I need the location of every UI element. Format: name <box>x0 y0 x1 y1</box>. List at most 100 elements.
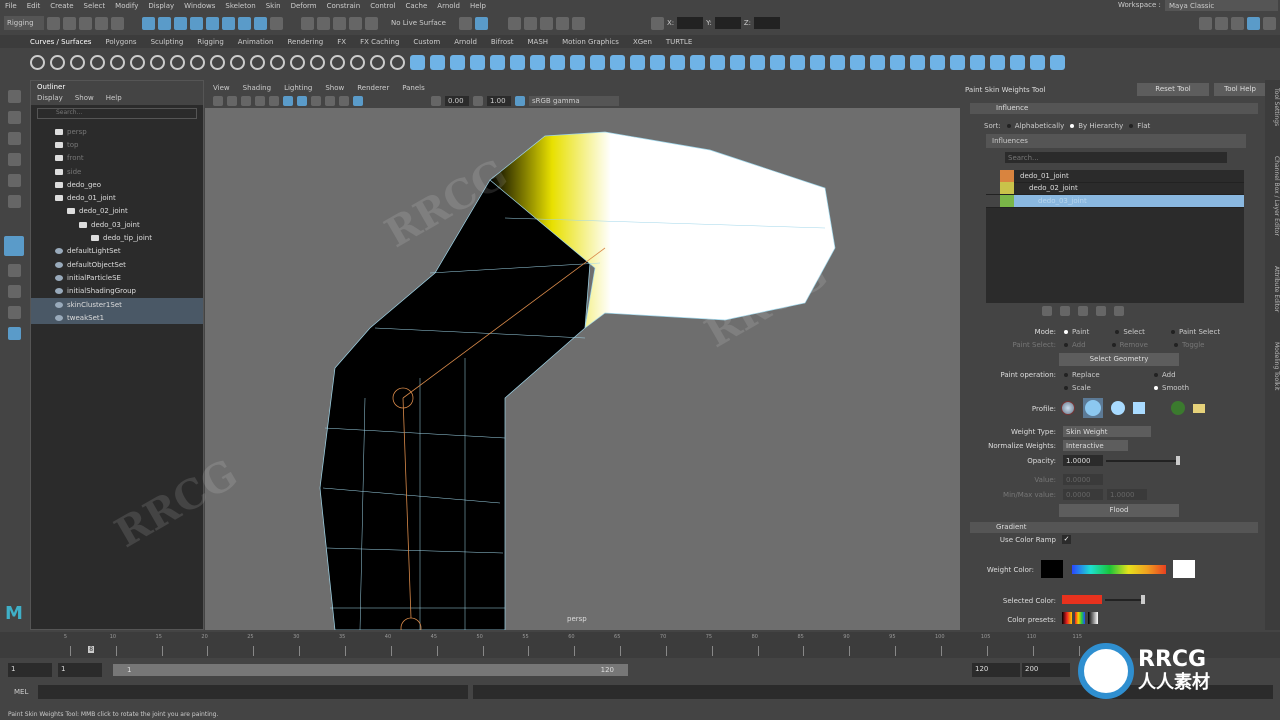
menu-windows[interactable]: Windows <box>184 2 215 10</box>
shelf-tab[interactable]: Sculpting <box>151 38 184 46</box>
mode-paint-select[interactable]: Paint Select <box>1170 328 1220 336</box>
tool-settings-icon[interactable] <box>1247 16 1260 30</box>
menu-skeleton[interactable]: Skeleton <box>225 2 255 10</box>
preset-rainbow-icon[interactable] <box>1075 612 1085 624</box>
redo-icon[interactable] <box>111 16 124 30</box>
grid-icon[interactable] <box>241 96 251 106</box>
influence-color-swatch[interactable] <box>1000 169 1014 182</box>
snap-plane-icon[interactable] <box>349 16 362 30</box>
render-frame-icon[interactable] <box>507 16 521 30</box>
outliner-item[interactable]: dedo_geo <box>31 178 203 191</box>
outliner-item[interactable]: skinCluster1Set <box>31 297 203 312</box>
influence-item[interactable]: dedo_03_joint <box>986 194 1244 208</box>
selected-color-slider[interactable] <box>1105 595 1145 604</box>
shelf-tab[interactable]: XGen <box>633 38 652 46</box>
side-tab[interactable]: Modeling Toolkit <box>1265 342 1280 390</box>
surface-tool-icon[interactable] <box>910 54 925 70</box>
curve-tool-icon[interactable] <box>370 54 385 70</box>
outliner-menu-show[interactable]: Show <box>75 94 94 102</box>
folder-icon[interactable] <box>1193 403 1205 413</box>
wireframe-icon[interactable] <box>269 96 279 106</box>
input-mode-icon[interactable] <box>650 16 664 30</box>
mask-icon[interactable] <box>238 16 251 30</box>
select-component-icon[interactable] <box>174 16 187 30</box>
move-weights-icon[interactable] <box>1096 306 1106 316</box>
camera-icon[interactable] <box>213 96 223 106</box>
outliner-item[interactable]: dedo_tip_joint <box>31 231 203 244</box>
new-scene-icon[interactable] <box>47 16 60 30</box>
sort-by-hierarchy[interactable]: By Hierarchy <box>1070 122 1123 130</box>
render-view-icon[interactable] <box>523 16 537 30</box>
influence-color-swatch[interactable] <box>1000 182 1014 195</box>
lock-icon[interactable] <box>986 194 1000 207</box>
mode-selector[interactable]: Rigging <box>4 16 44 30</box>
menu-select[interactable]: Select <box>84 2 106 10</box>
opacity-slider[interactable] <box>1106 456 1180 465</box>
surface-tool-icon[interactable] <box>630 54 645 70</box>
surface-tool-icon[interactable] <box>1050 54 1065 70</box>
sort-flat[interactable]: Flat <box>1129 122 1150 130</box>
mode-paint[interactable]: Paint <box>1064 328 1089 336</box>
influence-item[interactable]: dedo_01_joint <box>986 169 1244 183</box>
paint-op-scale[interactable]: Scale <box>1064 384 1091 392</box>
surface-tool-icon[interactable] <box>850 54 865 70</box>
rotate-tool-icon[interactable] <box>7 174 21 187</box>
shelf-tab[interactable]: Curves / Surfaces <box>30 38 91 46</box>
menu-deform[interactable]: Deform <box>291 2 317 10</box>
outliner-search[interactable]: Search... <box>37 108 197 119</box>
curve-tool-icon[interactable] <box>90 54 105 70</box>
outliner-menu-display[interactable]: Display <box>37 94 63 102</box>
outliner-item[interactable]: defaultObjectSet <box>31 258 203 271</box>
arnold-icon[interactable] <box>571 16 585 30</box>
curve-tool-icon[interactable] <box>330 54 345 70</box>
weight-color-high-swatch[interactable] <box>1173 560 1195 578</box>
weight-type-dropdown[interactable]: Skin Weight <box>1063 426 1151 437</box>
menu-file[interactable]: File <box>5 2 17 10</box>
outliner-item[interactable]: tweakSet1 <box>31 311 203 325</box>
influence-color-swatch[interactable] <box>1000 194 1014 207</box>
curve-tool-icon[interactable] <box>390 54 405 70</box>
menu-arnold[interactable]: Arnold <box>437 2 460 10</box>
four-view-icon[interactable] <box>7 285 21 298</box>
camera-attr-icon[interactable] <box>227 96 237 106</box>
surface-tool-icon[interactable] <box>990 54 1005 70</box>
lock-icon[interactable] <box>270 16 283 30</box>
profile-square-icon[interactable] <box>1133 402 1145 414</box>
menu-create[interactable]: Create <box>50 2 73 10</box>
wireframe-on-shaded-icon[interactable] <box>297 96 307 106</box>
surface-tool-icon[interactable] <box>810 54 825 70</box>
viewport-menu-lighting[interactable]: Lighting <box>284 84 312 92</box>
curve-tool-icon[interactable] <box>130 54 145 70</box>
snap-curve-icon[interactable] <box>317 16 330 30</box>
lock-icon[interactable] <box>986 169 1000 182</box>
shelf-tab[interactable]: FX Caching <box>360 38 399 46</box>
surface-tool-icon[interactable] <box>510 54 525 70</box>
mel-label[interactable]: MEL <box>14 688 28 696</box>
curve-tool-icon[interactable] <box>30 54 45 70</box>
shelf-tab[interactable]: Motion Graphics <box>562 38 619 46</box>
mask-icon[interactable] <box>254 16 267 30</box>
side-tab[interactable]: Tool Settings <box>1265 88 1280 126</box>
single-view-icon[interactable] <box>7 264 21 277</box>
curve-tool-icon[interactable] <box>190 54 205 70</box>
profile-soft-icon[interactable] <box>1083 398 1103 418</box>
snap-point-icon[interactable] <box>333 16 346 30</box>
outliner-item[interactable]: dedo_03_joint <box>31 218 203 231</box>
surface-tool-icon[interactable] <box>610 54 625 70</box>
surface-tool-icon[interactable] <box>1030 54 1045 70</box>
undo-icon[interactable] <box>95 16 108 30</box>
flood-button[interactable]: Flood <box>1059 504 1179 517</box>
surface-tool-icon[interactable] <box>590 54 605 70</box>
paint-select-icon[interactable] <box>7 132 21 145</box>
surface-tool-icon[interactable] <box>890 54 905 70</box>
mask-icon[interactable] <box>222 16 235 30</box>
lock-icon[interactable] <box>986 182 1000 195</box>
surface-tool-icon[interactable] <box>430 54 445 70</box>
render-settings-icon[interactable] <box>539 16 553 30</box>
surface-tool-icon[interactable] <box>690 54 705 70</box>
select-object-icon[interactable] <box>158 16 171 30</box>
isolate-icon[interactable] <box>339 96 349 106</box>
menu-modify[interactable]: Modify <box>115 2 138 10</box>
command-input[interactable] <box>38 685 468 699</box>
influence-search[interactable]: Search... <box>1005 152 1227 163</box>
